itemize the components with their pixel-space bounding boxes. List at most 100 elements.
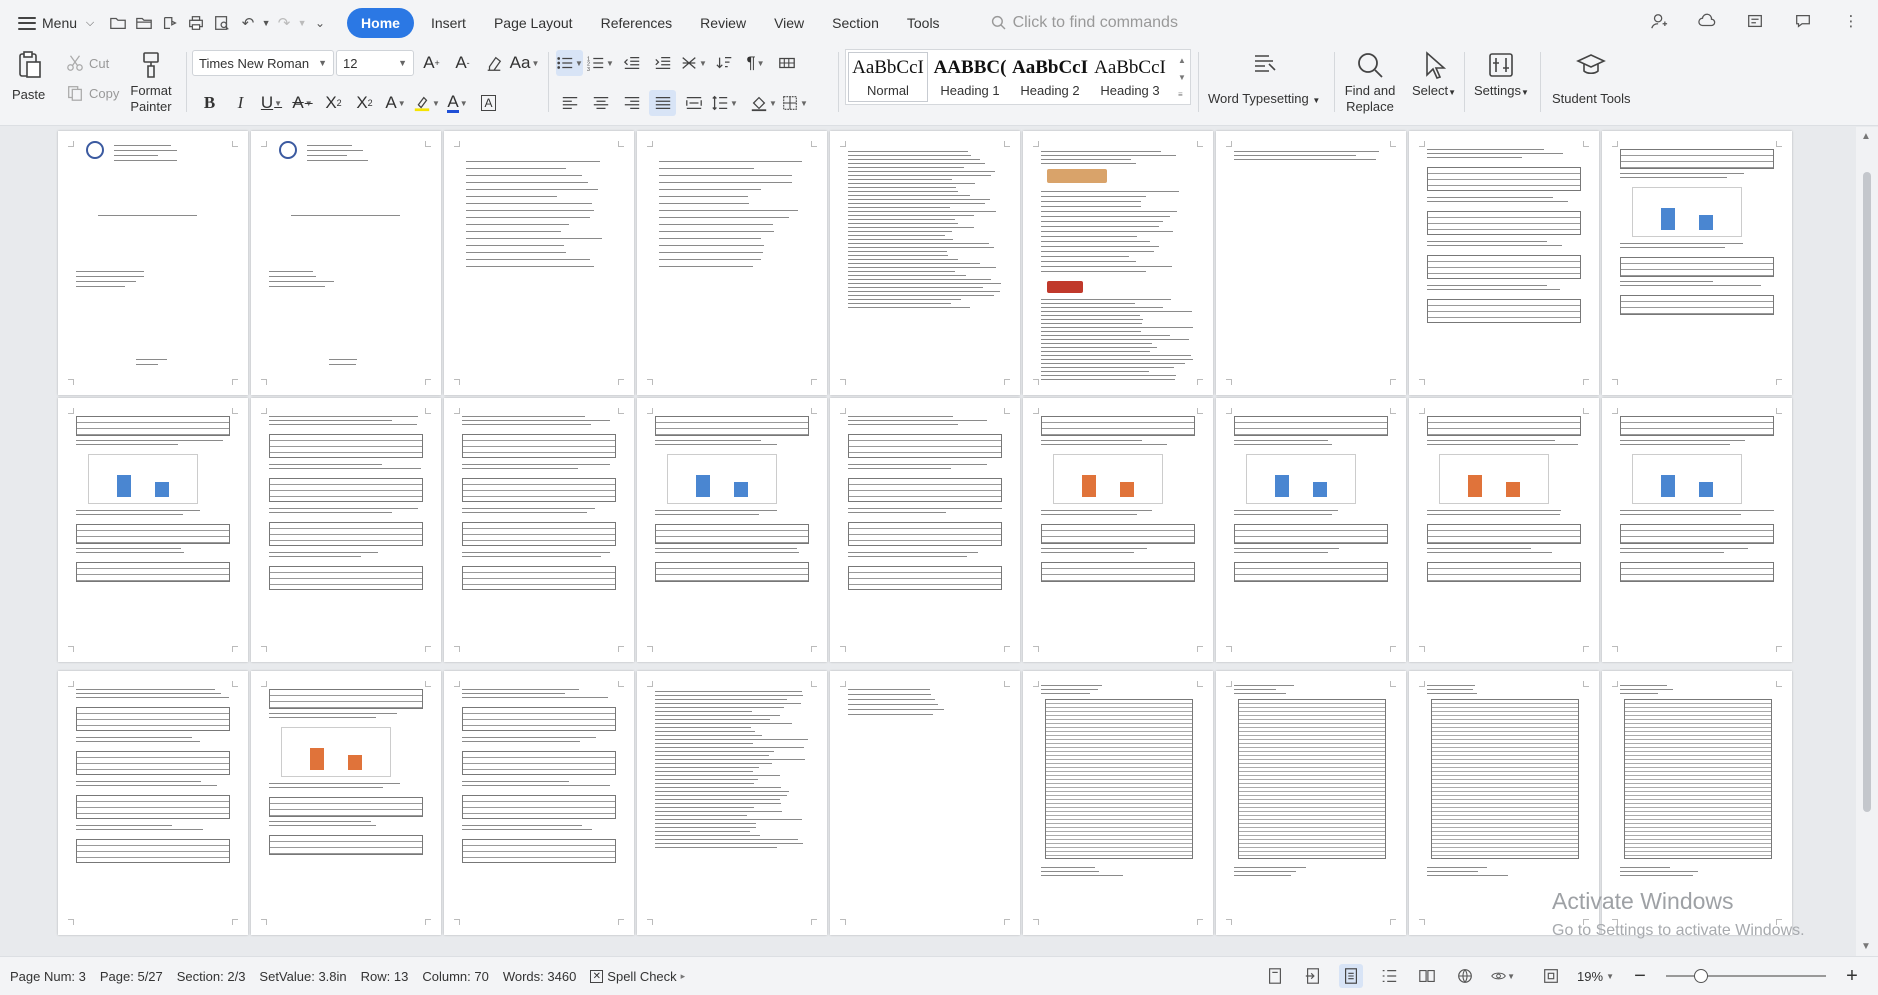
- chevron-up-icon[interactable]: ▲: [1861, 131, 1871, 142]
- tab-page-layout[interactable]: Page Layout: [483, 8, 584, 38]
- page-thumbnail[interactable]: [1216, 398, 1406, 662]
- superscript-icon[interactable]: X2: [320, 90, 347, 116]
- bold-icon[interactable]: B: [196, 90, 223, 116]
- page-thumbnail[interactable]: [830, 671, 1020, 935]
- outline-view-icon[interactable]: [1377, 964, 1401, 988]
- open-folder-icon[interactable]: [131, 10, 157, 36]
- status-set-value[interactable]: SetValue: 3.8in: [259, 969, 346, 984]
- borders-icon[interactable]: ▼: [781, 90, 808, 116]
- zoom-level[interactable]: 19% ▼: [1577, 969, 1614, 984]
- add-user-icon[interactable]: [1644, 8, 1674, 34]
- redo-icon[interactable]: ↷: [271, 10, 297, 36]
- table-lines-icon[interactable]: [773, 50, 800, 76]
- page-thumbnail[interactable]: [444, 671, 634, 935]
- status-page[interactable]: Page: 5/27: [100, 969, 163, 984]
- tasks-icon[interactable]: [1740, 8, 1770, 34]
- font-size-select[interactable]: 12 ▼: [336, 50, 414, 76]
- copy-button[interactable]: Copy: [66, 84, 119, 102]
- italic-icon[interactable]: I: [227, 90, 254, 116]
- page-thumbnail[interactable]: [637, 131, 827, 395]
- sort-icon[interactable]: [711, 50, 738, 76]
- word-typesetting-button[interactable]: Word Typesetting ▼: [1208, 50, 1320, 109]
- page-thumbnail[interactable]: [1602, 398, 1792, 662]
- settings-button[interactable]: Settings▼: [1474, 50, 1529, 101]
- new-folder-icon[interactable]: [105, 10, 131, 36]
- page-thumbnail[interactable]: [830, 398, 1020, 662]
- text-direction-icon[interactable]: ▼: [680, 50, 707, 76]
- distributed-icon[interactable]: [680, 90, 707, 116]
- share-doc-icon[interactable]: [157, 10, 183, 36]
- bullet-list-icon[interactable]: ▼: [556, 50, 583, 76]
- increase-indent-icon[interactable]: [649, 50, 676, 76]
- format-painter-button[interactable]: Format Painter: [128, 50, 174, 115]
- student-tools-button[interactable]: Student Tools: [1552, 50, 1631, 107]
- eye-protection-icon[interactable]: ▼: [1491, 964, 1515, 988]
- web-layout-icon[interactable]: [1453, 964, 1477, 988]
- page-thumbnail[interactable]: [251, 398, 441, 662]
- page-thumbnail[interactable]: [1023, 131, 1213, 395]
- chevron-down-icon[interactable]: ▼: [297, 10, 307, 36]
- zoom-slider[interactable]: [1666, 969, 1826, 983]
- underline-icon[interactable]: U ▼: [258, 90, 285, 116]
- page-view-icon[interactable]: [1339, 964, 1364, 988]
- expand-icon[interactable]: ≡: [1178, 86, 1188, 103]
- page-thumbnail[interactable]: [637, 671, 827, 935]
- cut-button[interactable]: Cut: [66, 54, 109, 72]
- page-thumbnail[interactable]: [251, 671, 441, 935]
- chevron-up-icon[interactable]: ▲: [1178, 52, 1188, 69]
- status-page-num[interactable]: Page Num: 3: [10, 969, 86, 984]
- comment-icon[interactable]: [1788, 8, 1818, 34]
- page-thumbnail[interactable]: [58, 131, 248, 395]
- status-section[interactable]: Section: 2/3: [177, 969, 246, 984]
- style-heading-1[interactable]: AABBC( Heading 1: [930, 50, 1010, 104]
- styles-scroll[interactable]: ▲ ▼ ≡: [1178, 52, 1188, 103]
- text-effect-icon[interactable]: A ▼: [382, 90, 409, 116]
- line-spacing-icon[interactable]: ▼: [711, 90, 738, 116]
- scrollbar-thumb[interactable]: [1863, 172, 1871, 812]
- clear-format-icon[interactable]: [480, 50, 507, 76]
- page-thumbnail[interactable]: [637, 398, 827, 662]
- style-heading-2[interactable]: AaBbCcI Heading 2: [1010, 50, 1090, 104]
- page-thumbnail[interactable]: [58, 398, 248, 662]
- document-area[interactable]: [0, 127, 1878, 956]
- highlight-icon[interactable]: ▼: [413, 90, 440, 116]
- page-thumbnail[interactable]: [1409, 398, 1599, 662]
- decrease-font-icon[interactable]: A-: [449, 50, 476, 76]
- page-thumbnail[interactable]: [830, 131, 1020, 395]
- customize-toolbar-icon[interactable]: ⌄: [307, 10, 333, 36]
- chevron-down-icon[interactable]: ▼: [1861, 941, 1871, 952]
- undo-icon[interactable]: ↶: [235, 10, 261, 36]
- zoom-in-icon[interactable]: +: [1840, 964, 1864, 988]
- chevron-down-icon[interactable]: ▼: [1178, 69, 1188, 86]
- status-words[interactable]: Words: 3460: [503, 969, 576, 984]
- align-center-icon[interactable]: [587, 90, 614, 116]
- subscript-icon[interactable]: X2: [351, 90, 378, 116]
- character-border-icon[interactable]: A: [475, 90, 502, 116]
- chevron-down-icon[interactable]: ▼: [261, 10, 271, 36]
- zoom-out-icon[interactable]: −: [1628, 964, 1652, 988]
- font-name-select[interactable]: Times New Roman ▼: [192, 50, 334, 76]
- page-thumbnail[interactable]: [58, 671, 248, 935]
- header-footer-icon[interactable]: [1263, 964, 1287, 988]
- page-thumbnail[interactable]: [1409, 131, 1599, 395]
- print-preview-icon[interactable]: [209, 10, 235, 36]
- style-normal[interactable]: AaBbCcI Normal: [848, 52, 928, 102]
- print-icon[interactable]: [183, 10, 209, 36]
- align-right-icon[interactable]: [618, 90, 645, 116]
- tab-section[interactable]: Section: [821, 8, 890, 38]
- fit-page-icon[interactable]: [1539, 964, 1563, 988]
- page-thumbnail[interactable]: [251, 131, 441, 395]
- page-thumbnail[interactable]: [1216, 131, 1406, 395]
- spell-check-button[interactable]: ✕ Spell Check ▸: [590, 969, 685, 984]
- cloud-sync-icon[interactable]: [1692, 8, 1722, 34]
- tab-view[interactable]: View: [763, 8, 815, 38]
- style-heading-3[interactable]: AaBbCcI Heading 3: [1090, 50, 1170, 104]
- export-icon[interactable]: [1301, 964, 1325, 988]
- page-thumbnail[interactable]: [1023, 398, 1213, 662]
- page-thumbnail[interactable]: [1023, 671, 1213, 935]
- change-case-icon[interactable]: Aa ▼: [510, 50, 540, 76]
- page-thumbnail[interactable]: [1602, 131, 1792, 395]
- increase-font-icon[interactable]: A +: [418, 50, 445, 76]
- page-thumbnail[interactable]: [444, 398, 634, 662]
- tab-home[interactable]: Home: [347, 8, 414, 38]
